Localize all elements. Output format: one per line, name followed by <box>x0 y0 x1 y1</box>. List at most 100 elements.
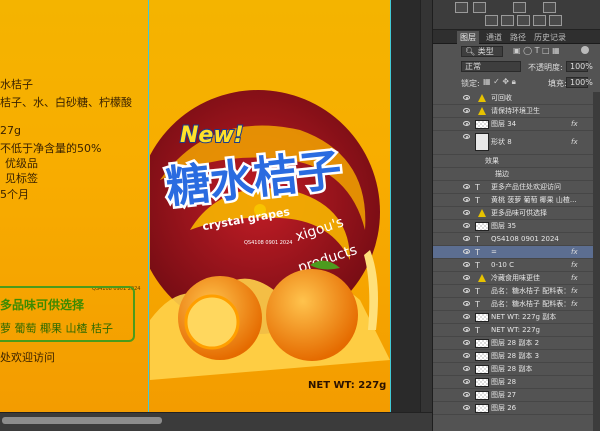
layer-name: 品名：糖水桔子 配料表： <box>491 300 571 308</box>
visibility-eye-icon[interactable] <box>463 210 470 215</box>
visibility-eye-icon[interactable] <box>463 197 470 202</box>
horizontal-scroll-thumb[interactable] <box>2 417 162 424</box>
effects-icon[interactable]: fx <box>571 246 578 259</box>
vertical-scrollbar[interactable] <box>420 0 432 412</box>
effects-icon[interactable]: fx <box>571 272 578 285</box>
visibility-eye-icon[interactable] <box>463 314 470 319</box>
layer-row[interactable]: 效果 <box>433 155 593 168</box>
weight-text: 27g <box>0 124 21 137</box>
layer-row[interactable]: 描边 <box>433 168 593 181</box>
layer-row[interactable]: T = fx <box>433 246 593 259</box>
filter-icons[interactable]: ▣ ◯ T □ ▦ <box>513 46 560 55</box>
layer-row[interactable]: 冷藏食用味更佳 fx <box>433 272 593 285</box>
visit-text: 处欢迎访问 <box>0 351 55 364</box>
tool-icon-8[interactable] <box>533 15 546 26</box>
filter-label: 类型 <box>477 47 494 56</box>
flavor-title: 多品味可供选择 <box>0 298 85 312</box>
layer-name: 效果 <box>485 157 499 165</box>
net-weight: NET WT: 227g <box>308 380 386 391</box>
visibility-eye-icon[interactable] <box>463 249 470 254</box>
visibility-eye-icon[interactable] <box>463 236 470 241</box>
tab-layers[interactable]: 图层 <box>457 31 479 44</box>
layer-row[interactable]: 图层 27 <box>433 389 593 402</box>
visibility-eye-icon[interactable] <box>463 392 470 397</box>
effects-icon[interactable]: fx <box>571 285 578 298</box>
layer-name: 图层 26 <box>491 404 517 412</box>
visibility-eye-icon[interactable] <box>463 288 470 293</box>
visibility-eye-icon[interactable] <box>463 327 470 332</box>
layer-row[interactable]: 图层 28 副本 3 <box>433 350 593 363</box>
visibility-eye-icon[interactable] <box>463 379 470 384</box>
orange-right <box>266 269 358 361</box>
tool-icon-9[interactable] <box>549 15 562 26</box>
layer-row[interactable]: 图层 35 <box>433 220 593 233</box>
effects-icon[interactable]: fx <box>571 298 578 311</box>
center-code: QS4108 0901 2024 <box>244 240 293 246</box>
visibility-eye-icon[interactable] <box>463 184 470 189</box>
shape-thumbnail <box>475 133 489 151</box>
tool-icon-1[interactable] <box>455 2 468 13</box>
visibility-eye-icon[interactable] <box>463 108 470 113</box>
layers-list: 可回收 请保持环境卫生 图层 34 fx 形状 8 fx 效果描边 T 更多产品住处欢迎访问 T 黄… <box>433 92 600 431</box>
visibility-eye-icon[interactable] <box>463 95 470 100</box>
layer-row[interactable]: 图层 28 副本 2 <box>433 337 593 350</box>
visibility-eye-icon[interactable] <box>463 301 470 306</box>
layer-thumbnail <box>475 313 489 322</box>
layer-thumbnail <box>475 404 489 413</box>
layer-row[interactable]: 形状 8 fx <box>433 131 593 155</box>
opacity-label: 不透明度: <box>528 63 563 72</box>
layer-thumbnail <box>475 365 489 374</box>
layers-scrollbar[interactable] <box>593 92 600 431</box>
layer-row[interactable]: T QS4108 0901 2024 <box>433 233 593 246</box>
visibility-eye-icon[interactable] <box>463 223 470 228</box>
product-name-text: 水桔子 <box>0 78 33 91</box>
layer-row[interactable]: T 品名：糖水桔子 配料表： fx <box>433 285 593 298</box>
visibility-eye-icon[interactable] <box>463 405 470 410</box>
effects-icon[interactable]: fx <box>571 136 578 149</box>
tool-icon-4[interactable] <box>543 2 556 13</box>
tab-history[interactable]: 历史记录 <box>531 31 569 44</box>
layer-row[interactable]: 图层 34 fx <box>433 118 593 131</box>
document-canvas[interactable]: 水桔子 桔子、水、白砂糖、柠檬酸 27g 不低于净含量的50% 优级品 见标签 … <box>0 0 390 412</box>
visibility-eye-icon[interactable] <box>463 262 470 267</box>
layer-row[interactable]: T 更多产品住处欢迎访问 <box>433 181 593 194</box>
guide-line-2[interactable] <box>390 0 391 412</box>
layer-row[interactable]: 请保持环境卫生 <box>433 105 593 118</box>
layer-name: 更多产品住处欢迎访问 <box>491 183 561 191</box>
visibility-eye-icon[interactable] <box>463 340 470 345</box>
layer-row[interactable]: NET WT: 227g 副本 <box>433 311 593 324</box>
effects-icon[interactable]: fx <box>571 118 578 131</box>
visibility-eye-icon[interactable] <box>463 353 470 358</box>
layer-row[interactable]: T 0-10 C fx <box>433 259 593 272</box>
visibility-eye-icon[interactable] <box>463 134 470 139</box>
visibility-eye-icon[interactable] <box>463 275 470 280</box>
layer-row[interactable]: T 黄桃 菠萝 葡萄 椰果 山楂... <box>433 194 593 207</box>
filter-toggle[interactable] <box>581 46 589 54</box>
opacity-input[interactable]: 100% <box>566 61 593 72</box>
tab-paths[interactable]: 路径 <box>507 31 529 44</box>
orange-slice <box>184 294 240 350</box>
panel-tabs: 图层 通道 路径 历史记录 <box>433 30 600 44</box>
layer-name: 品名：糖水桔子 配料表： <box>491 287 571 295</box>
tool-icon-6[interactable] <box>501 15 514 26</box>
layer-row[interactable]: 图层 28 <box>433 376 593 389</box>
visibility-eye-icon[interactable] <box>463 121 470 126</box>
tool-icon-2[interactable] <box>473 2 486 13</box>
layer-row[interactable]: T 品名：糖水桔子 配料表： fx <box>433 298 593 311</box>
blend-mode-select[interactable]: 正常 <box>461 61 521 72</box>
layer-row[interactable]: T NET WT: 227g <box>433 324 593 337</box>
layer-row[interactable]: 更多品味可供选择 <box>433 207 593 220</box>
tool-icon-5[interactable] <box>485 15 498 26</box>
layer-filter-select[interactable]: 🔍︎ 类型 <box>461 46 503 57</box>
tool-icon-7[interactable] <box>517 15 530 26</box>
fill-input[interactable]: 100% <box>566 77 593 88</box>
layer-row[interactable]: 图层 26 <box>433 402 593 415</box>
effects-icon[interactable]: fx <box>571 259 578 272</box>
layer-row[interactable]: 图层 28 副本 <box>433 363 593 376</box>
layer-row[interactable]: 可回收 <box>433 92 593 105</box>
visibility-eye-icon[interactable] <box>463 366 470 371</box>
tool-icon-3[interactable] <box>513 2 526 13</box>
tab-channels[interactable]: 通道 <box>483 31 505 44</box>
guide-line-1[interactable] <box>148 0 149 412</box>
lock-icons[interactable]: ▦ ✓ ✥ 🔒︎ <box>483 77 516 87</box>
